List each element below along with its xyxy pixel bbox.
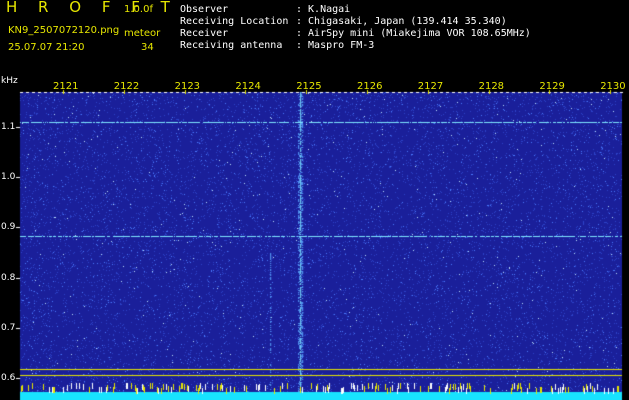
x-tick-label: 2126	[357, 81, 383, 92]
x-tick-label: 2130	[600, 81, 626, 92]
y-axis-unit: kHz	[1, 76, 18, 86]
observer-value: : K.Nagai	[296, 4, 351, 15]
count-value: 34	[141, 42, 154, 53]
x-tick-label: 2127	[417, 81, 444, 92]
y-tick-label: 0.7	[1, 322, 16, 333]
x-tick-label: 2128	[478, 81, 505, 92]
location-value: : Chigasaki, Japan (139.414 35.340)	[296, 16, 507, 27]
y-tick-label: 0.6	[1, 373, 16, 383]
timestamp: 25.07.07 21:20	[8, 42, 85, 53]
x-tick-label: 2122	[113, 81, 140, 92]
antenna-value: : Maspro FM-3	[296, 40, 375, 51]
receiver-value: : AirSpy mini (Miakejima VOR 108.65MHz)	[296, 28, 531, 39]
header: H R O F F T 1.0.0f KN9_2507072120.png 25…	[0, 0, 629, 78]
location-label: Receiving Location	[180, 16, 289, 27]
receiver-label: Receiver	[180, 28, 229, 39]
mode-label: meteor	[124, 28, 161, 39]
y-tick-label: 0.9	[1, 222, 16, 233]
antenna-label: Receiving antenna	[180, 40, 283, 51]
y-tick-label: 1.0	[1, 172, 16, 183]
x-tick-label: 2129	[539, 81, 565, 92]
file-name: KN9_2507072120.png	[8, 25, 120, 36]
x-tick-label: 2125	[296, 81, 322, 92]
observer-label: Observer	[180, 4, 229, 15]
x-tick-label: 2121	[53, 81, 79, 92]
y-tick-label: 0.8	[1, 272, 16, 283]
app-version: 1.0.0f	[124, 4, 153, 15]
x-tick-label: 2124	[235, 81, 261, 92]
spectrogram-canvas	[0, 78, 629, 400]
x-tick-label: 2123	[174, 81, 201, 92]
y-tick-label: 1.1	[1, 122, 16, 132]
